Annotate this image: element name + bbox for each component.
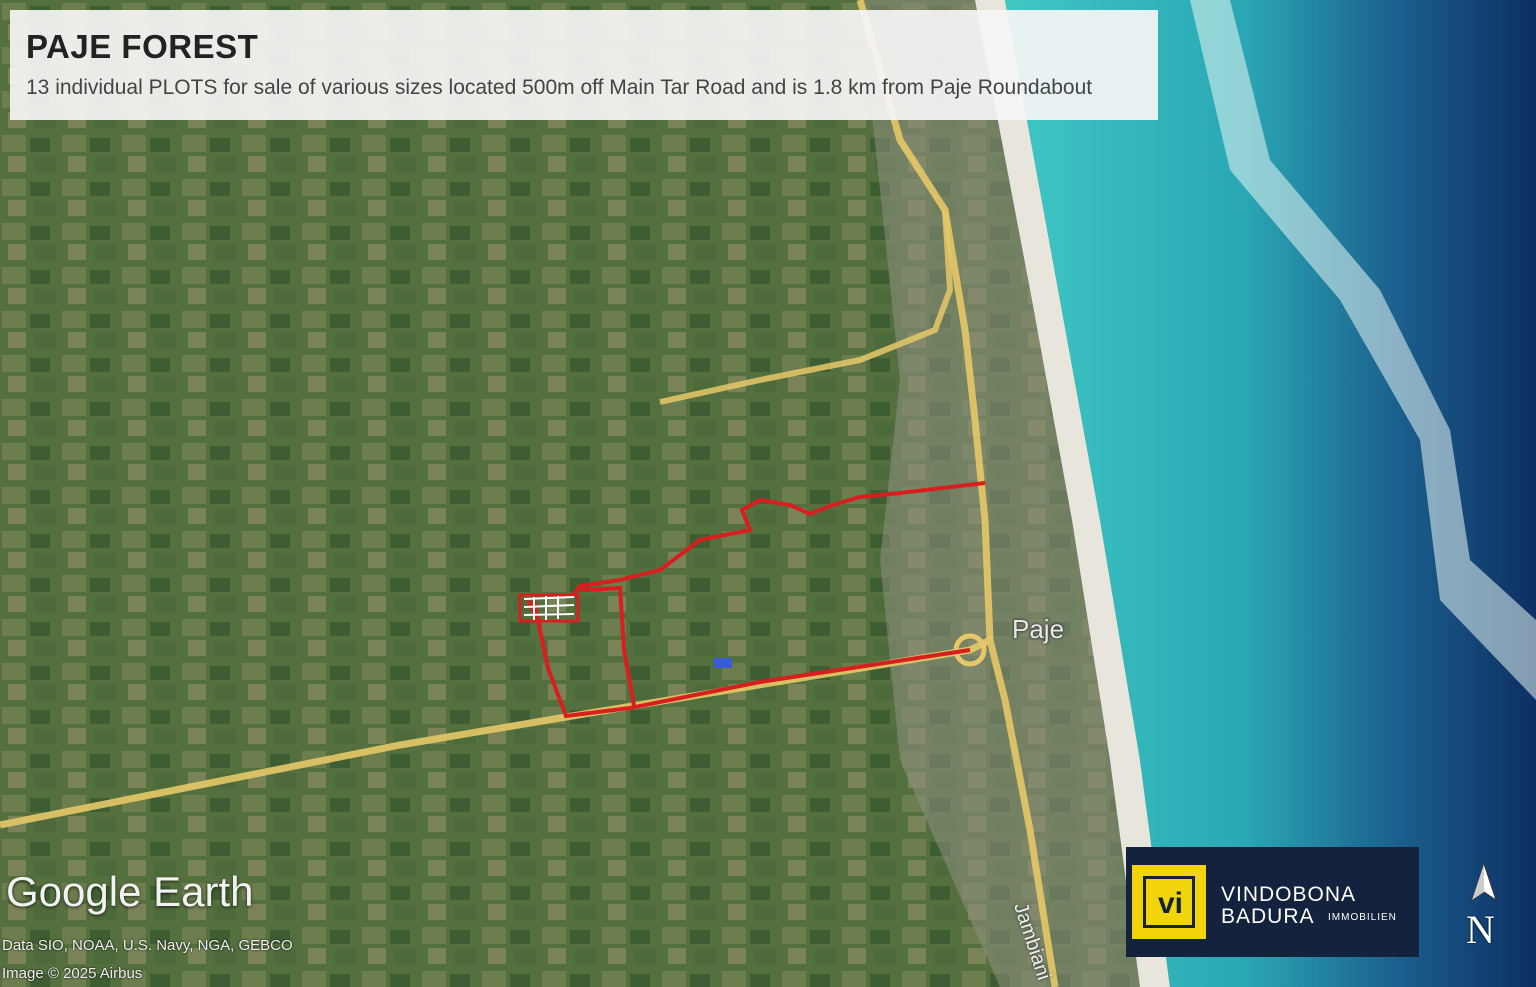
brand-name-line1: VINDOBONA xyxy=(1221,883,1357,906)
building-marker xyxy=(714,658,732,668)
satellite-map[interactable] xyxy=(0,0,1536,987)
google-earth-logo: Google Earth xyxy=(6,868,254,915)
map-title: PAJE FOREST xyxy=(26,28,259,65)
attribution-image: Image © 2025 Airbus xyxy=(2,965,143,982)
brand-name-line2: BADURA xyxy=(1221,905,1315,928)
attribution-data: Data SIO, NOAA, U.S. Navy, NGA, GEBCO xyxy=(2,937,293,954)
brand-mark-icon: vi xyxy=(1132,865,1206,939)
place-label-paje: Paje xyxy=(1012,614,1065,644)
brand-mark-text: vi xyxy=(1158,887,1184,920)
map-subtitle: 13 individual PLOTS for sale of various … xyxy=(26,76,1093,99)
north-label: N xyxy=(1466,907,1495,952)
title-panel: PAJE FOREST 13 individual PLOTS for sale… xyxy=(10,10,1158,120)
brand-name-suffix: IMMOBILIEN xyxy=(1328,912,1397,923)
brand-logo-box: vi VINDOBONA BADURA IMMOBILIEN xyxy=(1126,847,1419,957)
